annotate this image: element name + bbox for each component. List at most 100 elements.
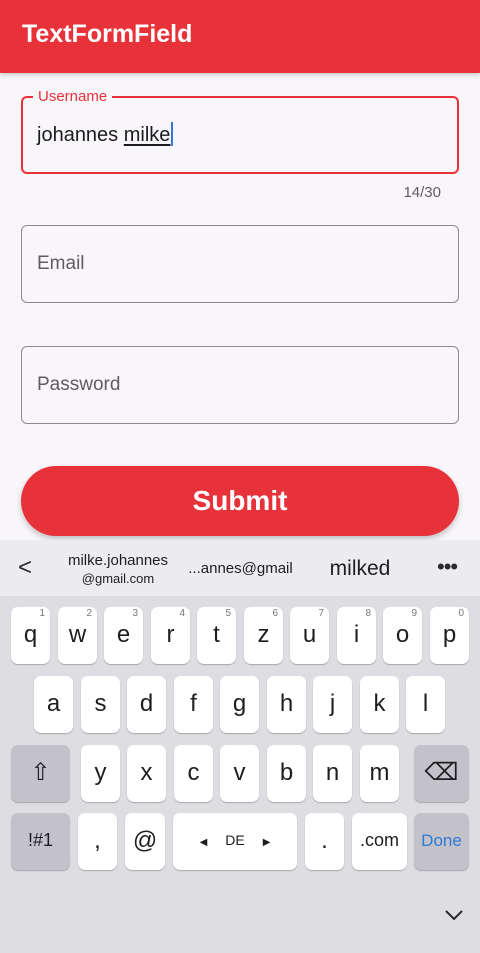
key-i-hint: 8 [365,608,371,619]
email-field[interactable]: Email [21,225,459,303]
key-g-label: g [232,690,247,717]
shift-key[interactable]: ⇧ [11,745,70,802]
key-a[interactable]: a [34,676,73,733]
period-key[interactable]: . [305,813,344,870]
at-key[interactable]: @ [125,813,165,870]
collapse-keyboard-icon[interactable] [442,903,466,927]
key-z-label: z [257,621,270,648]
space-right-arrow-icon: ▶ [262,837,271,848]
key-e-hint: 3 [132,608,138,619]
backspace-key[interactable]: ⌫ [414,745,469,802]
done-key[interactable]: Done [414,813,469,870]
key-z[interactable]: z6 [244,607,283,664]
key-i[interactable]: i8 [337,607,376,664]
key-d[interactable]: d [127,676,166,733]
symbols-key-label: !#1 [27,830,54,850]
key-o-label: o [395,621,410,648]
key-h-label: h [279,690,294,717]
done-key-label: Done [421,831,462,850]
key-l[interactable]: l [406,676,445,733]
period-key-label: . [321,827,328,854]
key-n[interactable]: n [313,745,352,802]
password-field[interactable]: Password [21,346,459,424]
space-left-arrow-icon: ◀ [199,837,208,848]
key-j-label: j [329,690,336,717]
comma-key-label: , [94,827,101,854]
space-key-label: DE [225,832,245,848]
key-a-label: a [46,690,61,717]
key-q-label: q [23,621,38,648]
key-g[interactable]: g [220,676,259,733]
key-y[interactable]: y [81,745,120,802]
suggestion-bar: < milke.johannes @gmail.com ...annes@gma… [0,540,480,596]
key-h[interactable]: h [267,676,306,733]
key-u[interactable]: u7 [290,607,329,664]
key-y-label: y [94,759,107,786]
username-label: Username [33,88,113,105]
submit-button[interactable]: Submit [21,466,459,536]
comma-key[interactable]: , [78,813,117,870]
suggestion-email-short[interactable]: ...annes@gmail [183,560,298,577]
backspace-key-label: ⌫ [424,759,459,786]
key-k[interactable]: k [360,676,399,733]
key-x-label: x [140,759,153,786]
key-r-hint: 4 [179,608,185,619]
dotcom-key-label: .com [359,830,399,850]
suggestion-email-user: milke.johannes [67,552,169,569]
key-d-label: d [139,690,154,717]
username-value-composing: milke [123,124,171,146]
key-t[interactable]: t5 [197,607,236,664]
text-cursor [171,122,174,146]
suggestion-email-domain: @gmail.com [81,571,155,586]
app-bar: TextFormField [0,0,480,73]
key-r[interactable]: r4 [151,607,190,664]
key-m-label: m [369,759,390,786]
key-j[interactable]: j [313,676,352,733]
key-k-label: k [373,690,386,717]
key-o-hint: 9 [411,608,417,619]
email-placeholder: Email [37,253,85,274]
key-x[interactable]: x [127,745,166,802]
key-w-hint: 2 [86,608,92,619]
key-p[interactable]: p0 [430,607,469,664]
key-i-label: i [353,621,360,648]
dotcom-key[interactable]: .com [352,813,407,870]
at-key-label: @ [132,827,158,854]
key-w-label: w [68,621,87,648]
key-w[interactable]: w2 [58,607,97,664]
key-v[interactable]: v [220,745,259,802]
key-v-label: v [233,759,246,786]
suggestion-word[interactable]: milked [310,557,410,581]
username-field[interactable]: Username johannes milke [21,88,459,174]
key-f[interactable]: f [174,676,213,733]
key-e[interactable]: e3 [104,607,143,664]
password-placeholder: Password [37,374,121,395]
key-c[interactable]: c [174,745,213,802]
key-b-label: b [279,759,294,786]
key-l-label: l [422,690,429,717]
key-m[interactable]: m [360,745,399,802]
space-key[interactable]: ◀ DE ▶ [173,813,297,870]
key-o[interactable]: o9 [383,607,422,664]
key-q-hint: 1 [39,608,45,619]
key-t-hint: 5 [225,608,231,619]
key-t-label: t [213,621,220,648]
key-z-hint: 6 [272,608,278,619]
key-c-label: c [187,759,200,786]
key-n-label: n [325,759,340,786]
username-value[interactable]: johannes milke [37,122,174,147]
app-title: TextFormField [22,20,193,48]
key-p-hint: 0 [458,608,464,619]
key-s[interactable]: s [81,676,120,733]
key-f-label: f [190,690,197,717]
shift-key-label: ⇧ [30,759,51,786]
key-q[interactable]: q1 [11,607,50,664]
symbols-key[interactable]: !#1 [11,813,70,870]
key-r-label: r [166,621,175,648]
username-value-plain: johannes [37,124,124,146]
suggestion-back-icon[interactable]: < [18,554,32,582]
more-options-icon[interactable]: ••• [437,554,458,580]
suggestion-email-full[interactable]: milke.johannes @gmail.com [58,553,178,586]
key-u-hint: 7 [318,608,324,619]
key-b[interactable]: b [267,745,306,802]
